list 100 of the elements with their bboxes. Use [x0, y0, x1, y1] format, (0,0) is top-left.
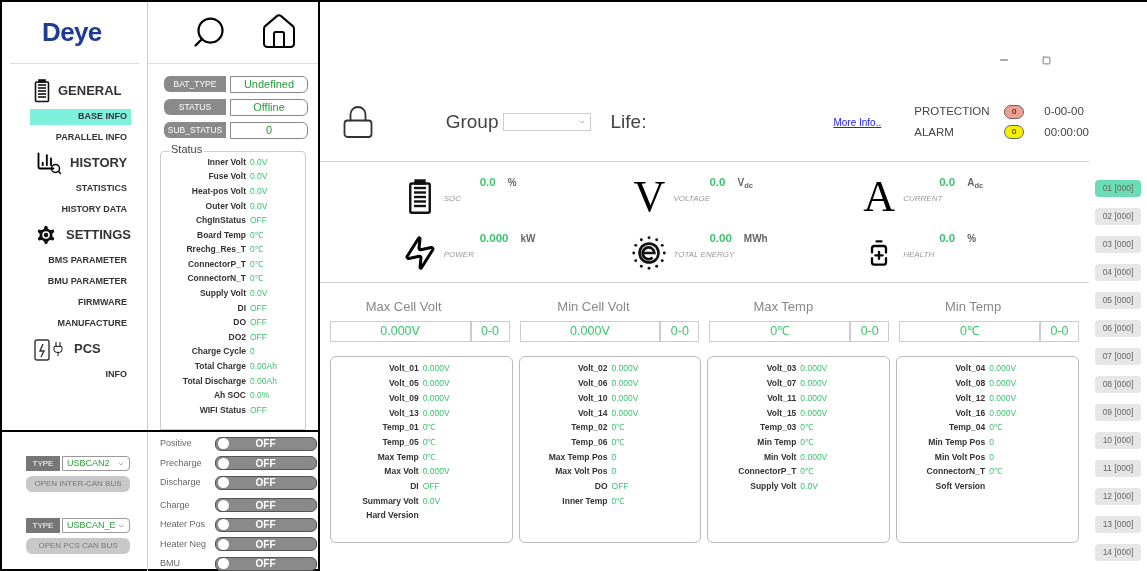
card-label: Temp_05: [381, 435, 419, 449]
card-label: Volt_07: [765, 377, 797, 390]
field-value: 0: [230, 121, 308, 139]
card-label: Max Volt Pos: [554, 465, 608, 479]
status-label: ConnectorN_T: [186, 272, 246, 286]
pack-button[interactable]: 10 [000]: [1095, 432, 1141, 449]
metric-unit: V$_{dc}$: [737, 176, 753, 190]
type-dropdown[interactable]: USBCAN2: [62, 456, 130, 471]
status-value: OFF: [250, 330, 267, 344]
card-value: 0℃: [611, 421, 625, 434]
card-label: ConnectorP_T: [737, 465, 797, 479]
extreme-position: 0-0: [850, 320, 890, 342]
relay-toggle[interactable]: OFF: [215, 537, 317, 552]
nav-item[interactable]: HISTORY DATA: [30, 201, 131, 218]
card-label: DI: [409, 479, 419, 493]
card-label: Hard Version: [365, 509, 419, 523]
card-label: Volt_03: [765, 362, 797, 376]
nav-item[interactable]: BMS PARAMETER: [30, 252, 131, 269]
nav-item[interactable]: BASE INFO: [30, 108, 131, 125]
card-label: Max Temp Pos: [547, 450, 608, 464]
status-label: WIFI Status: [198, 403, 246, 417]
pack-button[interactable]: 09 [000]: [1095, 404, 1141, 421]
status-value: OFF: [250, 316, 267, 329]
caret-icon: [577, 118, 586, 126]
pack-button[interactable]: 05 [000]: [1095, 292, 1141, 309]
date-text: 0-00-00: [1044, 104, 1085, 120]
pack-button[interactable]: 01 [000]: [1095, 180, 1141, 197]
sun-e-icon: [631, 235, 668, 271]
count-badge: 0: [1004, 125, 1025, 140]
status-value: 0: [250, 345, 255, 359]
relay-toggle[interactable]: OFF: [215, 436, 317, 451]
pack-button[interactable]: 12 [000]: [1095, 488, 1141, 505]
nav-item[interactable]: MANUFACTURE: [30, 315, 131, 332]
card-value: 0℃: [800, 435, 814, 449]
card-label: Temp_04: [947, 421, 986, 434]
status-label: Supply Volt: [198, 287, 246, 300]
card-value: 0.000V: [989, 406, 1017, 420]
extreme-position: 0-0: [660, 320, 700, 342]
pack-button[interactable]: 02 [000]: [1095, 208, 1141, 225]
card-value: OFF: [422, 479, 440, 493]
extreme-title: Max Temp: [753, 298, 815, 316]
card-label: Temp_02: [570, 421, 608, 434]
pack-button[interactable]: 08 [000]: [1095, 376, 1141, 393]
nav-item[interactable]: INFO: [30, 366, 131, 383]
metric-caption: TOTAL ENERGY: [673, 249, 736, 262]
status-label: ChgInStatus: [194, 214, 246, 227]
pack-button[interactable]: 13 [000]: [1095, 516, 1141, 533]
card-value: 0.000V: [422, 377, 450, 390]
pack-button[interactable]: 07 [000]: [1095, 348, 1141, 365]
group-label: Group: [445, 109, 499, 134]
life-label: Life:: [610, 109, 647, 134]
open-bus-button[interactable]: OPEN PCS CAN BUS: [26, 538, 130, 554]
card-label: Min Volt Pos: [933, 450, 986, 464]
type-label: TYPE: [26, 518, 60, 533]
card-label: Volt_06: [576, 377, 608, 390]
extreme-title: Min Cell Volt: [557, 298, 631, 316]
more-info-link[interactable]: More Info..: [833, 114, 882, 130]
relay-label: Heater Pos: [160, 518, 207, 531]
metric-caption: HEALTH: [903, 249, 936, 262]
card-value: 0.000V: [422, 362, 450, 376]
status-label: Board Temp: [196, 228, 246, 242]
nav-item[interactable]: PARALLEL INFO: [30, 129, 131, 146]
card-label: Min Volt: [762, 450, 797, 464]
card-value: 0.000V: [800, 362, 828, 376]
time-text: 00:00:00: [1044, 124, 1089, 140]
count-badge: 0: [1004, 104, 1025, 119]
metric-caption: POWER: [443, 249, 475, 262]
relay-toggle[interactable]: OFF: [215, 517, 317, 532]
relay-label: Heater Neg: [160, 537, 208, 551]
status-value: 0.0V: [250, 199, 268, 213]
extreme-value: 0.000V: [329, 320, 471, 342]
card-label: Min Temp: [756, 435, 797, 449]
extreme-value: 0℃: [899, 320, 1040, 342]
pack-button[interactable]: 04 [000]: [1095, 264, 1141, 281]
pack-button[interactable]: 14 [000]: [1095, 544, 1141, 561]
nav-item[interactable]: FIRMWARE: [30, 294, 131, 311]
nav-item[interactable]: BMU PARAMETER: [30, 273, 131, 290]
relay-toggle[interactable]: OFF: [215, 475, 317, 490]
status-label: DO: [232, 316, 246, 329]
status-label: ALARM: [914, 124, 955, 140]
card-label: Volt_11: [766, 391, 797, 405]
relay-toggle[interactable]: OFF: [215, 498, 317, 513]
card-value: 0.000V: [611, 377, 639, 390]
pack-button[interactable]: 11 [000]: [1095, 460, 1141, 477]
card-label: Summary Volt: [361, 494, 419, 508]
pack-button[interactable]: 03 [000]: [1095, 236, 1141, 253]
status-label: Fuse Volt: [207, 170, 246, 184]
pack-button[interactable]: 06 [000]: [1095, 320, 1141, 337]
relay-toggle[interactable]: OFF: [215, 456, 317, 471]
metric-unit: kW: [520, 232, 536, 246]
status-value: 0.0V: [250, 287, 268, 300]
open-bus-button[interactable]: OPEN INTER-CAN BUS: [26, 476, 130, 492]
logo: Deye: [42, 16, 102, 49]
nav-item[interactable]: STATISTICS: [30, 180, 131, 197]
maximize-icon[interactable]: [1042, 55, 1051, 65]
type-label: TYPE: [26, 456, 60, 471]
relay-toggle[interactable]: OFF: [215, 556, 317, 571]
type-dropdown[interactable]: USBCAN_E: [62, 518, 130, 533]
metric-value: 0.0: [479, 175, 496, 190]
status-value: 0.0V: [250, 170, 268, 184]
